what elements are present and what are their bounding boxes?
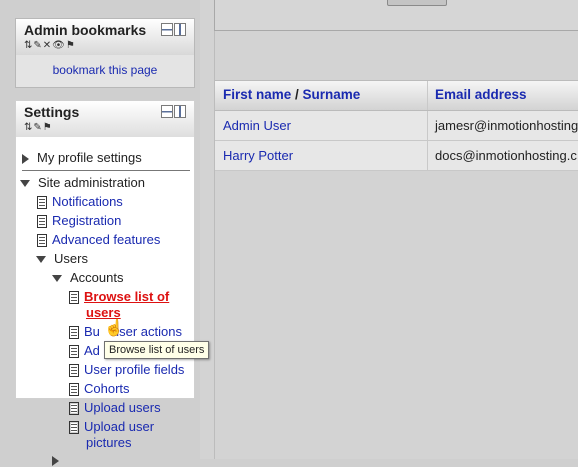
tree-item-accounts[interactable]: Accounts [52,270,123,285]
minimize-icon[interactable] [161,105,173,118]
tree-item-site-admin[interactable]: Site administration [20,175,145,190]
block-action-icons: ⇅✎⚑ [24,122,186,134]
tree-item-add-user[interactable]: Ad [69,343,100,359]
table-header: First name / Surname Email address [215,80,578,111]
content-background [200,0,578,459]
tree-item-profile-fields[interactable]: User profile fields [69,362,184,378]
tree-item-notifications[interactable]: Notifications [37,194,123,210]
roles-icon[interactable]: ⚑ [66,40,75,52]
table-row: Harry Potter docs@inmotionhosting.c [215,141,578,171]
tree-item-advanced-features[interactable]: Advanced features [37,232,160,248]
edit-icon[interactable]: ✎ [33,122,41,134]
page-icon [37,234,47,248]
block-controls [161,23,186,36]
page-icon [69,345,79,359]
page-icon [69,291,79,305]
tree-item-bulk-actions[interactable]: Bu user actions [69,324,182,340]
tree-item-users[interactable]: Users [36,251,88,266]
top-button[interactable] [387,0,447,6]
sort-surname[interactable]: Surname [303,87,361,102]
page-icon [69,364,79,378]
dock-icon[interactable] [174,105,186,118]
tree-item-upload-pictures[interactable]: Upload user [69,419,154,435]
user-name-link[interactable]: Harry Potter [223,148,293,163]
users-table: First name / Surname Email address Admin… [215,80,578,171]
admin-bookmarks-block: Admin bookmarks ⇅✎✕👁⚑ bookmark this page [15,18,195,88]
block-action-icons: ⇅✎✕👁⚑ [24,40,186,52]
column-divider [427,141,428,170]
move-icon[interactable]: ⇅ [24,40,32,52]
page-icon [69,326,79,340]
minimize-icon[interactable] [161,23,173,36]
top-form-frame [214,0,578,31]
tree-item-upload-pictures-line2[interactable]: pictures [86,435,132,450]
tree-item-browse-users[interactable]: Browse list of [69,289,169,305]
tooltip: Browse list of users [104,341,210,359]
page-icon [69,421,79,435]
tree-item-upload-users[interactable]: Upload users [69,400,161,416]
user-name-link[interactable]: Admin User [223,118,291,133]
bookmark-this-page-link[interactable]: bookmark this page [16,55,194,85]
tree-item-registration[interactable]: Registration [37,213,121,229]
expanded-arrow-icon[interactable] [20,180,30,188]
column-divider [427,81,428,110]
roles-icon[interactable]: ⚑ [43,122,52,134]
page-icon [37,215,47,229]
block-controls [161,105,186,118]
column-header-name[interactable]: First name / Surname [223,87,360,102]
page-icon [69,402,79,416]
tree-divider [22,170,190,171]
settings-header: Settings ⇅✎⚑ [16,101,194,137]
collapsed-arrow-icon[interactable] [52,455,59,466]
page-icon [69,383,79,397]
user-email: jamesr@inmotionhosting [435,118,578,133]
column-divider [214,0,215,459]
expanded-arrow-icon[interactable] [36,256,46,264]
column-header-email[interactable]: Email address [435,87,527,102]
delete-icon[interactable]: ✕ [43,40,51,52]
tree-item-cohorts[interactable]: Cohorts [69,381,130,397]
tree-item-my-profile[interactable]: My profile settings [22,150,142,165]
table-row: Admin User jamesr@inmotionhosting [215,111,578,141]
admin-bookmarks-header: Admin bookmarks ⇅✎✕👁⚑ [16,19,194,55]
header-separator: / [291,87,303,102]
user-email: docs@inmotionhosting.c [435,148,577,163]
page-icon [37,196,47,210]
edit-icon[interactable]: ✎ [33,40,41,52]
move-icon[interactable]: ⇅ [24,122,32,134]
hide-icon[interactable]: 👁 [52,40,65,52]
sort-first-name[interactable]: First name [223,87,291,102]
dock-icon[interactable] [174,23,186,36]
expanded-arrow-icon[interactable] [52,275,62,283]
column-divider [427,111,428,140]
collapsed-arrow-icon[interactable] [22,153,29,164]
hand-cursor-icon: ☝ [104,320,124,337]
tree-item-permissions[interactable] [52,452,67,467]
